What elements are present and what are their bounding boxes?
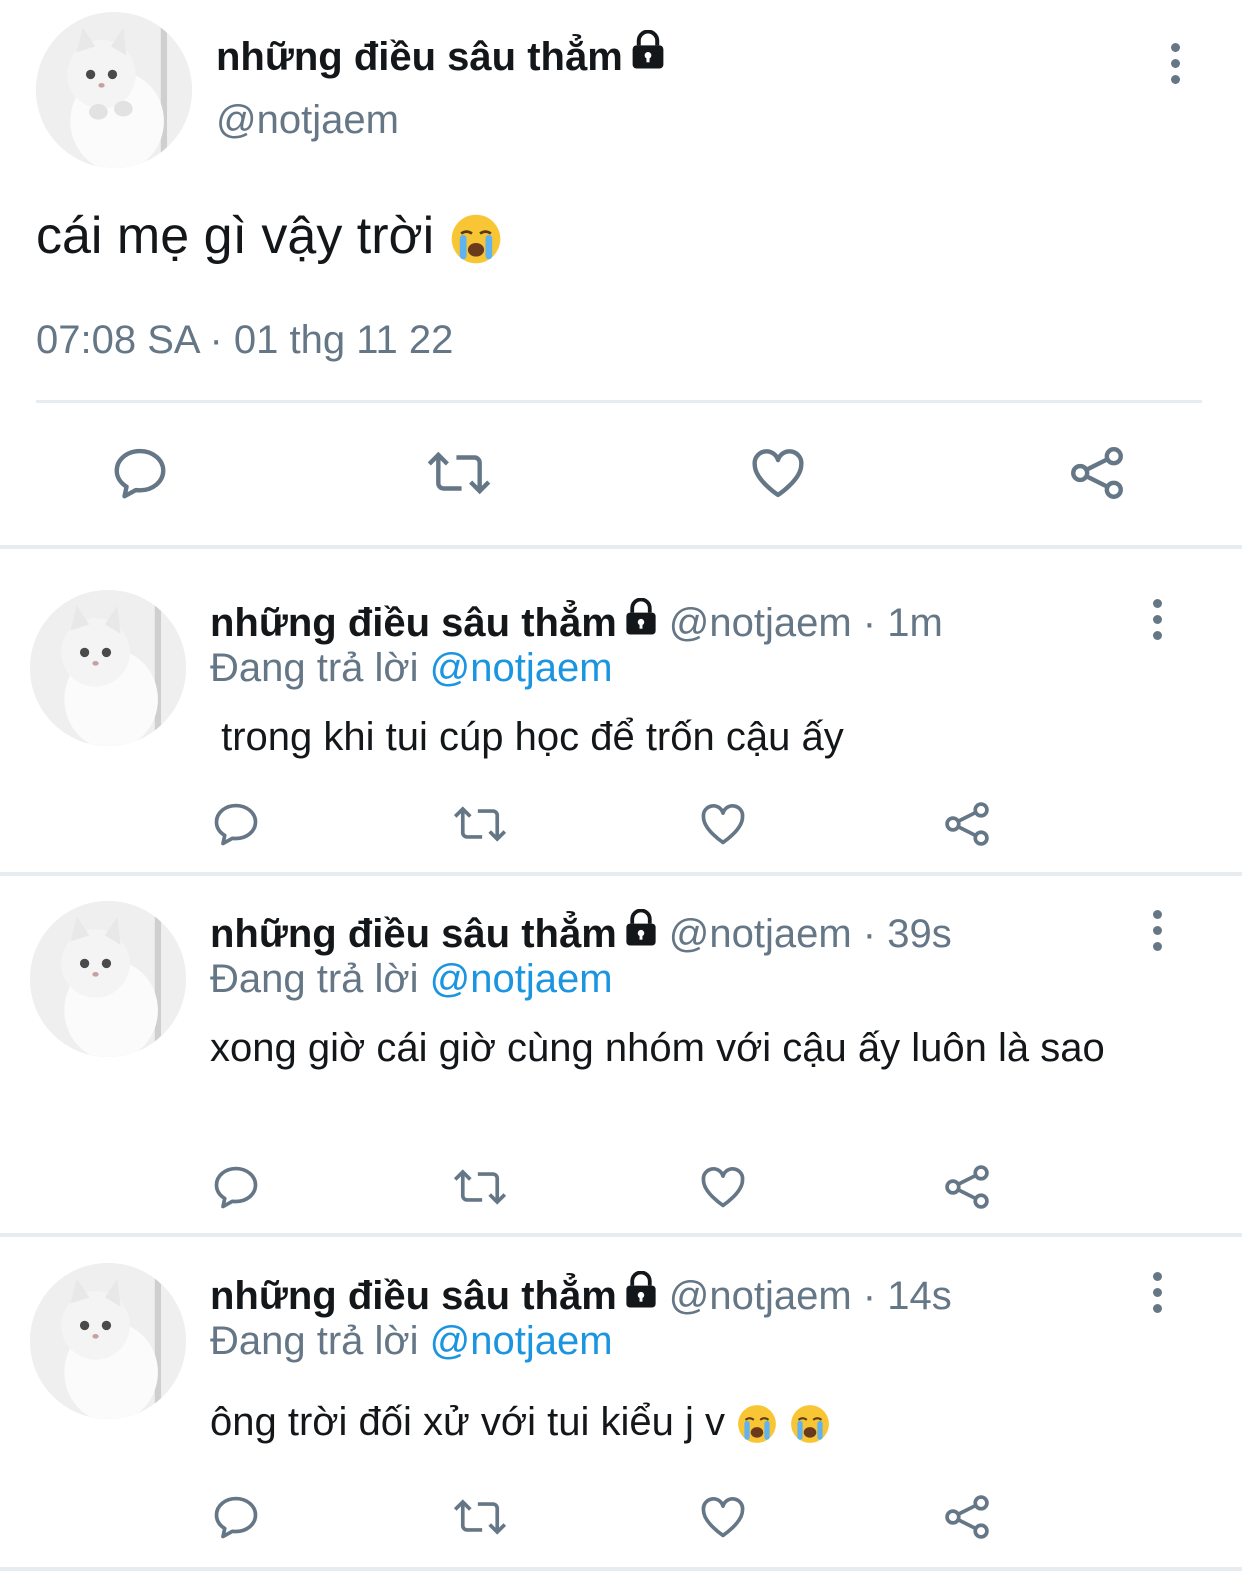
section-separator xyxy=(0,545,1242,549)
lock-icon xyxy=(632,30,664,69)
reply-button[interactable] xyxy=(206,1487,266,1547)
like-icon xyxy=(701,1166,745,1208)
more-dot xyxy=(1152,1303,1162,1313)
replying-to: Đang trả lời @notjaem xyxy=(210,646,613,690)
section-separator xyxy=(0,872,1242,876)
reply-tweet[interactable]: những điều sâu thẳm @notjaem · 1m Đang tr… xyxy=(0,576,1242,872)
retweet-icon xyxy=(427,451,491,495)
like-icon xyxy=(752,449,804,498)
display-name[interactable]: những điều sâu thẳm xyxy=(216,30,667,80)
reply-text: xong giờ cái giờ cùng nhóm với cậu ấy lu… xyxy=(210,1026,1105,1070)
more-options-button[interactable] xyxy=(1160,38,1190,88)
reply-text: ông trời đối xử với tui kiểu j v xyxy=(210,1397,1200,1447)
more-dots-icon xyxy=(1170,42,1180,52)
more-options-button[interactable] xyxy=(1142,1267,1172,1317)
display-name[interactable]: những điều sâu thẳm xyxy=(210,601,617,645)
loudly-crying-face-icon xyxy=(791,1405,830,1444)
comment-icon xyxy=(214,1166,258,1209)
retweet-icon xyxy=(453,806,507,842)
retweet-button[interactable] xyxy=(424,438,494,508)
profile-avatar[interactable] xyxy=(36,12,192,168)
more-dot xyxy=(1170,74,1180,84)
like-button[interactable] xyxy=(743,438,813,508)
share-icon xyxy=(945,802,989,846)
reply-header: những điều sâu thẳm @notjaem · 1m xyxy=(210,598,943,646)
reply-button[interactable] xyxy=(105,438,175,508)
lock-icon xyxy=(626,909,656,946)
divider xyxy=(36,400,1202,403)
loudly-crying-face-icon xyxy=(738,1405,777,1444)
more-dot xyxy=(1152,1287,1162,1297)
lock-icon xyxy=(626,598,656,635)
comment-icon xyxy=(214,803,258,846)
more-dots-icon xyxy=(1152,598,1162,608)
share-icon xyxy=(945,1495,989,1539)
reply-text: trong khi tui cúp học để trốn cậu ấy xyxy=(210,715,844,759)
like-button[interactable] xyxy=(693,794,753,854)
mention-link[interactable]: @notjaem xyxy=(430,646,613,690)
cat-avatar-image xyxy=(30,590,186,746)
reply-avatar[interactable] xyxy=(30,901,186,1057)
section-separator xyxy=(0,1233,1242,1237)
display-name[interactable]: những điều sâu thẳm xyxy=(210,1274,617,1318)
cat-avatar-image xyxy=(36,12,192,168)
reply-action-bar xyxy=(0,794,1242,854)
reply-avatar[interactable] xyxy=(30,1263,186,1419)
mention-link[interactable]: @notjaem xyxy=(430,1319,613,1363)
display-name[interactable]: những điều sâu thẳm xyxy=(210,912,617,956)
tweet-action-bar xyxy=(0,438,1242,508)
like-icon xyxy=(701,1496,745,1538)
more-dots-icon xyxy=(1152,909,1162,919)
loudly-crying-face-icon xyxy=(451,214,500,264)
reply-header: những điều sâu thẳm @notjaem · 14s xyxy=(210,1271,952,1319)
mention-link[interactable]: @notjaem xyxy=(430,957,613,1001)
retweet-icon xyxy=(453,1169,507,1205)
reply-action-bar xyxy=(0,1157,1242,1217)
more-dot xyxy=(1170,58,1180,68)
tweet-text: cái mẹ gì vậy trời xyxy=(36,206,503,266)
retweet-icon xyxy=(453,1499,507,1535)
reply-tweet[interactable]: những điều sâu thẳm @notjaem · 39s Đang t… xyxy=(0,887,1242,1233)
reply-button[interactable] xyxy=(206,794,266,854)
replying-to: Đang trả lời @notjaem xyxy=(210,1319,613,1363)
share-button[interactable] xyxy=(937,794,997,854)
handle-time: @notjaem · 39s xyxy=(668,912,952,956)
handle-time: @notjaem · 14s xyxy=(668,1274,952,1318)
more-dot xyxy=(1152,630,1162,640)
like-icon xyxy=(701,803,745,845)
share-button[interactable] xyxy=(937,1487,997,1547)
more-dot xyxy=(1152,925,1162,935)
share-icon xyxy=(1071,447,1123,499)
more-dot xyxy=(1152,614,1162,624)
more-options-button[interactable] xyxy=(1142,905,1172,955)
handle-time: @notjaem · 1m xyxy=(668,601,943,645)
more-options-button[interactable] xyxy=(1142,594,1172,644)
like-button[interactable] xyxy=(693,1487,753,1547)
cat-avatar-image xyxy=(30,1263,186,1419)
replying-to: Đang trả lời @notjaem xyxy=(210,957,613,1001)
reply-tweet[interactable]: những điều sâu thẳm @notjaem · 14s Đang t… xyxy=(0,1249,1242,1567)
retweet-button[interactable] xyxy=(450,794,510,854)
more-dot xyxy=(1152,941,1162,951)
retweet-button[interactable] xyxy=(450,1157,510,1217)
comment-icon xyxy=(114,448,166,499)
lock-icon xyxy=(626,1271,656,1308)
retweet-button[interactable] xyxy=(450,1487,510,1547)
reply-avatar[interactable] xyxy=(30,590,186,746)
reply-button[interactable] xyxy=(206,1157,266,1217)
comment-icon xyxy=(214,1496,258,1539)
user-handle[interactable]: @notjaem xyxy=(216,98,399,143)
share-button[interactable] xyxy=(1062,438,1132,508)
share-button[interactable] xyxy=(937,1157,997,1217)
share-icon xyxy=(945,1165,989,1209)
reply-header: những điều sâu thẳm @notjaem · 39s xyxy=(210,909,952,957)
like-button[interactable] xyxy=(693,1157,753,1217)
section-separator xyxy=(0,1567,1242,1571)
more-dots-icon xyxy=(1152,1271,1162,1281)
tweet-timestamp: 07:08 SA · 01 thg 11 22 xyxy=(36,318,454,362)
reply-action-bar xyxy=(0,1487,1242,1547)
cat-avatar-image xyxy=(30,901,186,1057)
